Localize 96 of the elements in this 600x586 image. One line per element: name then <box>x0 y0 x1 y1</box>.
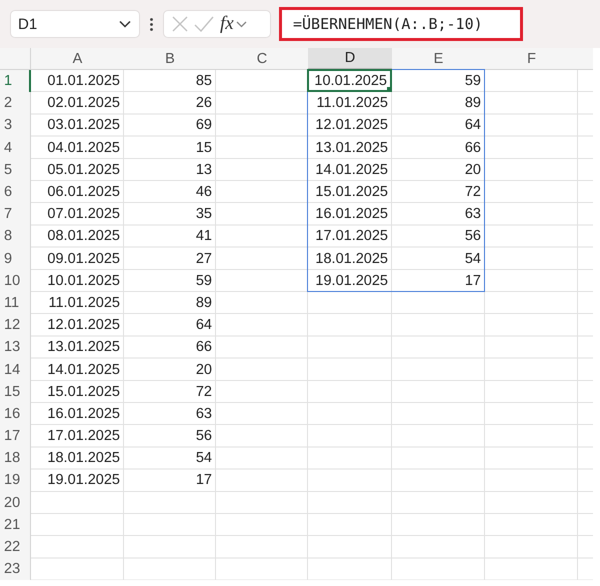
table-cell-text: 15 <box>194 138 213 158</box>
table-cell-text: 11.01.2025 <box>316 94 389 114</box>
column-header[interactable]: D <box>308 48 392 70</box>
table-cell-text: 64 <box>464 116 482 136</box>
chevron-down-icon[interactable] <box>119 20 131 28</box>
name-box[interactable]: D1 <box>10 10 140 38</box>
table-cell-text: 16.01.2025 <box>314 205 389 224</box>
table-cell-text: 27 <box>194 250 213 269</box>
row-header[interactable]: 7 <box>0 203 31 226</box>
table-cell-text: 16.01.2025 <box>46 404 121 424</box>
row-header[interactable]: 16 <box>0 402 31 425</box>
table-cell: 10.01.2025 <box>307 69 392 92</box>
check-icon[interactable] <box>194 16 214 32</box>
table-cell-text: 66 <box>464 138 482 158</box>
row-header[interactable]: 10 <box>0 270 31 292</box>
row-header[interactable]: 5 <box>0 158 31 181</box>
more-icon[interactable] <box>150 18 153 30</box>
select-all-button[interactable] <box>0 48 31 70</box>
column-header[interactable]: B <box>124 48 216 70</box>
table-cell-text: 18.01.2025 <box>46 449 121 468</box>
table-cell-text: 85 <box>194 72 213 92</box>
table-cell-text: 54 <box>194 449 213 468</box>
table-cell-text: 72 <box>464 183 482 202</box>
row-header[interactable]: 2 <box>0 92 31 114</box>
table-cell-text: 20 <box>464 160 482 180</box>
table-cell-text: 17.01.2025 <box>46 427 121 446</box>
row-header[interactable]: 12 <box>0 314 31 336</box>
table-cell-text: 07.01.2025 <box>46 205 121 224</box>
table-cell-text: 11.01.2025 <box>48 294 121 313</box>
column-header[interactable]: F <box>485 48 578 70</box>
table-cell-text: 17.01.2025 <box>314 227 389 246</box>
table-cell-text: 08.01.2025 <box>46 227 121 246</box>
table-cell-text: 15.01.2025 <box>46 382 121 402</box>
table-cell-text: 15.01.2025 <box>314 183 389 202</box>
table-cell-text: 59 <box>464 72 482 92</box>
column-header[interactable]: C <box>216 48 308 70</box>
table-cell-text: 72 <box>194 382 213 402</box>
table-cell-text: 03.01.2025 <box>46 116 121 136</box>
table-cell-text: 89 <box>464 94 482 114</box>
table-cell-text: 14.01.2025 <box>46 360 121 380</box>
row-header[interactable]: 3 <box>0 114 31 137</box>
table-cell-text: 56 <box>464 227 482 246</box>
table-cell-text: 19.01.2025 <box>314 272 389 291</box>
table-cell-text: 13.01.2025 <box>46 338 121 358</box>
table-cell-text: 59 <box>194 272 213 291</box>
row-header[interactable]: 1 <box>0 70 31 92</box>
row-header[interactable]: 9 <box>0 248 31 270</box>
table-cell-text: 12.01.2025 <box>46 316 121 336</box>
table-cell-text: 54 <box>464 250 482 269</box>
row-header[interactable]: 15 <box>0 380 31 403</box>
table-cell-text: 06.01.2025 <box>46 183 121 202</box>
table-cell-text: 13 <box>194 160 213 180</box>
row-header[interactable]: 6 <box>0 180 31 204</box>
table-cell-text: 41 <box>194 227 213 246</box>
table-cell-text: 10.01.2025 <box>46 272 121 291</box>
cell-reference: D1 <box>18 16 38 32</box>
table-cell-text: 09.01.2025 <box>46 250 121 269</box>
table-cell-text: 02.01.2025 <box>46 94 121 114</box>
row-header[interactable]: 4 <box>0 136 31 159</box>
table-cell-text: 13.01.2025 <box>314 138 389 158</box>
row-header[interactable]: 18 <box>0 447 31 470</box>
row-header[interactable]: 23 <box>0 558 31 580</box>
row-header[interactable]: 14 <box>0 358 31 381</box>
row-header[interactable]: 17 <box>0 425 31 448</box>
column-header[interactable]: A <box>31 48 124 70</box>
table-cell-text: 12.01.2025 <box>314 116 389 136</box>
table-cell-text: 20 <box>194 360 213 380</box>
table-cell-text: 18.01.2025 <box>314 250 389 269</box>
row-header[interactable]: 22 <box>0 536 31 558</box>
table-cell-text: 66 <box>194 338 213 358</box>
row-header[interactable]: 13 <box>0 336 31 358</box>
table-cell-text: 64 <box>194 316 213 336</box>
row-header[interactable]: 19 <box>0 469 31 492</box>
table-cell-text: 14.01.2025 <box>314 160 389 180</box>
table-cell-text: 69 <box>194 116 213 136</box>
table-cell-text: 19.01.2025 <box>46 471 121 490</box>
table-cell-text: 04.01.2025 <box>46 138 121 158</box>
row-header[interactable]: 21 <box>0 514 31 536</box>
row-header[interactable]: 11 <box>0 292 31 314</box>
insert-function-button[interactable]: fx <box>220 13 234 35</box>
column-header[interactable]: E <box>392 48 485 70</box>
table-cell-text: 63 <box>194 404 213 424</box>
table-cell-text: 17 <box>464 272 482 291</box>
table-cell-text: 63 <box>464 205 482 224</box>
table-cell-text: 56 <box>194 427 213 446</box>
cancel-icon[interactable] <box>172 16 188 32</box>
table-cell-text: 46 <box>194 183 213 202</box>
table-cell-text: 01.01.2025 <box>46 72 121 92</box>
table-cell-text: 89 <box>194 294 213 313</box>
table-cell-text: 26 <box>194 94 213 114</box>
row-header[interactable]: 20 <box>0 492 31 514</box>
table-cell-text: 05.01.2025 <box>46 160 121 180</box>
formula-field[interactable]: =ÜBERNEHMEN(A:.B;-10) <box>279 7 523 41</box>
table-cell-text: 35 <box>194 205 213 224</box>
table-cell-text: 17 <box>194 471 213 490</box>
row-header[interactable]: 8 <box>0 225 31 248</box>
